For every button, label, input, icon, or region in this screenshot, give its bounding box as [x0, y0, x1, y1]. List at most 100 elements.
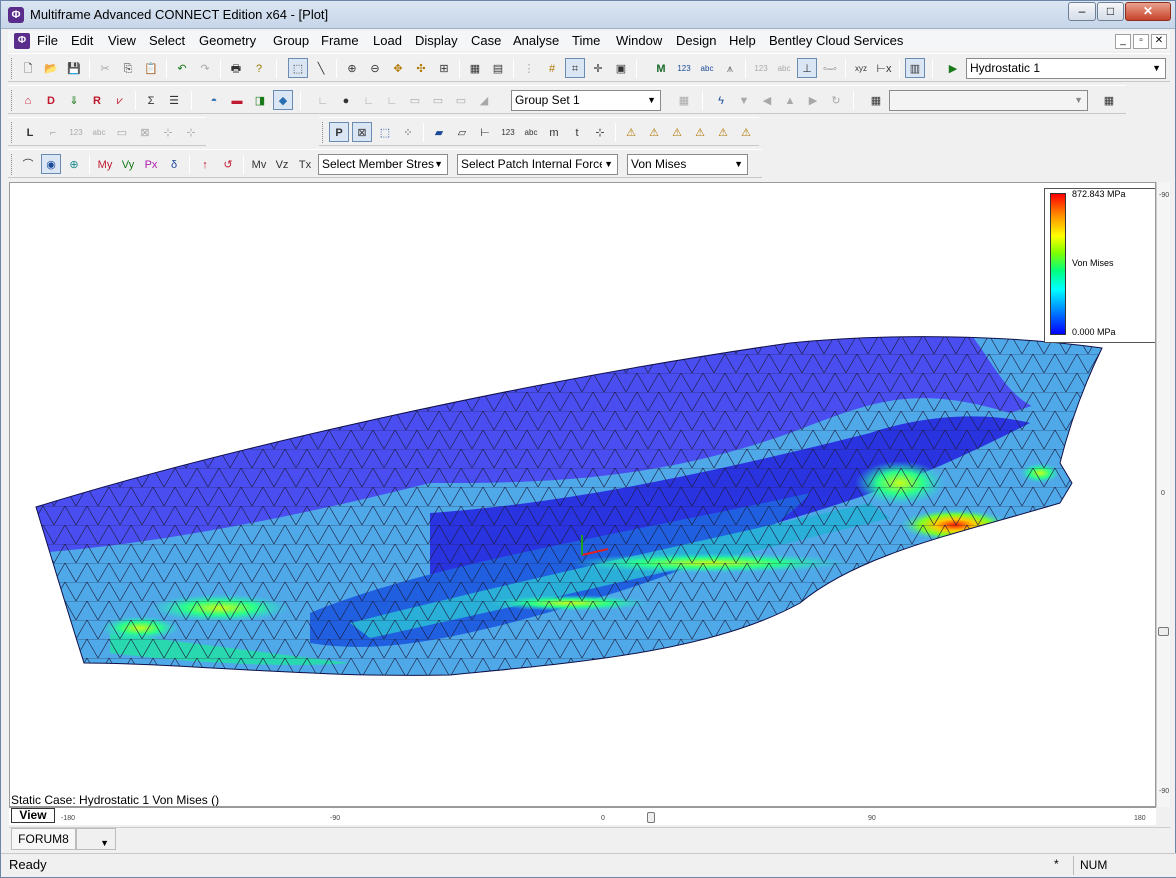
patch-cross-icon[interactable]: ⊠ [352, 122, 372, 142]
zoom-fit-icon[interactable]: ⊞ [434, 58, 454, 78]
label-l-icon[interactable]: L [20, 122, 40, 142]
report-window-icon[interactable]: ☰ [164, 90, 184, 110]
analyse-play-icon[interactable]: ▶ [943, 58, 963, 78]
member-numbers-icon[interactable]: 123 [751, 58, 771, 78]
toolbar-grip[interactable] [11, 58, 14, 79]
moment-diagram-icon[interactable]: Mv [249, 154, 269, 174]
contour-eye-icon[interactable]: ◉ [41, 154, 61, 174]
patch-local-icon[interactable]: ⊢ [475, 122, 495, 142]
pan-icon[interactable]: ✥ [388, 58, 408, 78]
mass-icon[interactable]: M [651, 58, 671, 78]
tab-dropdown-arrow-icon[interactable]: ▼ [76, 828, 116, 850]
warning-b-icon[interactable]: ⚠ [644, 122, 664, 142]
label-text-icon[interactable]: abc [89, 122, 109, 142]
patch-p-icon[interactable]: P [329, 122, 349, 142]
node-numbers-icon[interactable]: 123 [674, 58, 694, 78]
patch-numbers-icon[interactable]: 123 [498, 122, 518, 142]
load-view-icon[interactable]: ⇓ [64, 90, 84, 110]
patch-thickness-icon[interactable]: m [544, 122, 564, 142]
zoom-out-icon[interactable]: ⊖ [365, 58, 385, 78]
sum-window-icon[interactable]: Σ [141, 90, 161, 110]
menu-edit[interactable]: Edit [71, 33, 93, 48]
view-iso-icon[interactable]: ◢ [474, 90, 494, 110]
warning-d-icon[interactable]: ⚠ [690, 122, 710, 142]
crosshair-icon[interactable]: ✛ [588, 58, 608, 78]
v-ruler-slider[interactable] [1158, 627, 1169, 636]
select-box-icon[interactable]: ⬚ [288, 58, 308, 78]
help-icon[interactable]: ? [249, 58, 269, 78]
document-icon[interactable]: Φ [14, 33, 30, 49]
group-set-dropdown[interactable]: Group Set 1 ▼ [511, 90, 661, 111]
draw-line-icon[interactable]: ╲ [311, 58, 331, 78]
menu-file[interactable]: File [37, 33, 58, 48]
cut-icon[interactable]: ✂ [95, 58, 115, 78]
design-view-icon[interactable]: D [41, 90, 61, 110]
rotate-red-icon[interactable]: ↺ [218, 154, 238, 174]
grid-toggle-icon[interactable]: ▦ [1099, 90, 1119, 110]
vertical-ruler[interactable]: -90 0 -90 [1156, 182, 1170, 807]
menu-time[interactable]: Time [572, 33, 600, 48]
save-icon[interactable]: 💾 [64, 58, 84, 78]
tab-forum8[interactable]: FORUM8 [11, 828, 76, 850]
toolbar-grip[interactable] [11, 90, 14, 111]
case-dropdown[interactable]: Hydrostatic 1 ▼ [966, 58, 1166, 79]
patch-select-icon[interactable]: ⬚ [375, 122, 395, 142]
menu-display[interactable]: Display [415, 33, 458, 48]
menu-design[interactable]: Design [676, 33, 716, 48]
mdi-minimize-button[interactable]: _ [1115, 34, 1131, 49]
patch-outline-icon[interactable]: ▱ [452, 122, 472, 142]
patch-t-icon[interactable]: t [567, 122, 587, 142]
snap-node-icon[interactable]: ⌗ [565, 58, 585, 78]
filter-icon[interactable]: ▼ [734, 90, 754, 110]
labels-icon[interactable]: abc [697, 58, 717, 78]
axis-view-icon[interactable]: ∟ [313, 90, 333, 110]
torsion-diagram-icon[interactable]: Tx [295, 154, 315, 174]
moment-y-icon[interactable]: My [95, 154, 115, 174]
close-button[interactable]: ✕ [1125, 2, 1171, 21]
menu-bentley-cloud-services[interactable]: Bentley Cloud Services [769, 33, 903, 48]
local-axes-icon[interactable]: xyz [851, 58, 871, 78]
node-axes-icon[interactable]: ⊢x [874, 58, 894, 78]
menu-geometry[interactable]: Geometry [199, 33, 256, 48]
shear-diagram-icon[interactable]: Vz [272, 154, 292, 174]
view-front-icon[interactable]: ▭ [405, 90, 425, 110]
redo-icon[interactable]: ↷ [195, 58, 215, 78]
maximize-button[interactable]: □ [1097, 2, 1124, 21]
menu-group[interactable]: Group [273, 33, 309, 48]
arrow-up-icon[interactable]: ▲ [780, 90, 800, 110]
label-frame-icon[interactable]: ⌐ [43, 122, 63, 142]
menu-case[interactable]: Case [471, 33, 501, 48]
grid-dots-icon[interactable]: ⋮ [519, 58, 539, 78]
grid-columns-icon[interactable]: ▦ [465, 58, 485, 78]
toolbar-grip[interactable] [11, 154, 14, 175]
toolbar-grip[interactable] [11, 122, 14, 143]
label-axis-icon[interactable]: ⊹ [158, 122, 178, 142]
rendered-view-icon[interactable]: ◆ [273, 90, 293, 110]
menu-frame[interactable]: Frame [321, 33, 359, 48]
lightning-icon[interactable]: ϟ [711, 90, 731, 110]
print-icon[interactable]: 🖶 [226, 58, 246, 78]
menu-window[interactable]: Window [616, 33, 662, 48]
shear-y-icon[interactable]: Vy [118, 154, 138, 174]
plot-canvas[interactable]: 872.843 MPa Von Mises 0.000 MPa Static C… [9, 182, 1156, 807]
copy-icon[interactable]: ⎘ [118, 58, 138, 78]
warning-a-icon[interactable]: ⚠ [621, 122, 641, 142]
patch-force-dropdown[interactable]: Select Patch Internal Force ▼ [457, 154, 618, 175]
mdi-restore-button[interactable]: ▫ [1133, 34, 1149, 49]
snap-grid-icon[interactable]: # [542, 58, 562, 78]
result-type-dropdown[interactable]: Von Mises ▼ [627, 154, 748, 175]
patch-nodes-icon[interactable]: ⁘ [398, 122, 418, 142]
result-view-icon[interactable]: R [87, 90, 107, 110]
arrow-up-red-icon[interactable]: ↑ [195, 154, 215, 174]
view-xy-icon[interactable]: ∟ [359, 90, 379, 110]
patch-axis-icon[interactable]: ⊹ [590, 122, 610, 142]
view-side-icon[interactable]: ▭ [428, 90, 448, 110]
group-grid-icon[interactable]: ▦ [674, 90, 694, 110]
warning-e-icon[interactable]: ⚠ [713, 122, 733, 142]
label-box-icon[interactable]: ▭ [112, 122, 132, 142]
new-file-icon[interactable]: 🗋 [18, 58, 38, 78]
undo-icon[interactable]: ↶ [172, 58, 192, 78]
wind-icon[interactable]: ⩚ [720, 58, 740, 78]
arrow-left-icon[interactable]: ◀ [757, 90, 777, 110]
arrow-right-icon[interactable]: ▶ [803, 90, 823, 110]
